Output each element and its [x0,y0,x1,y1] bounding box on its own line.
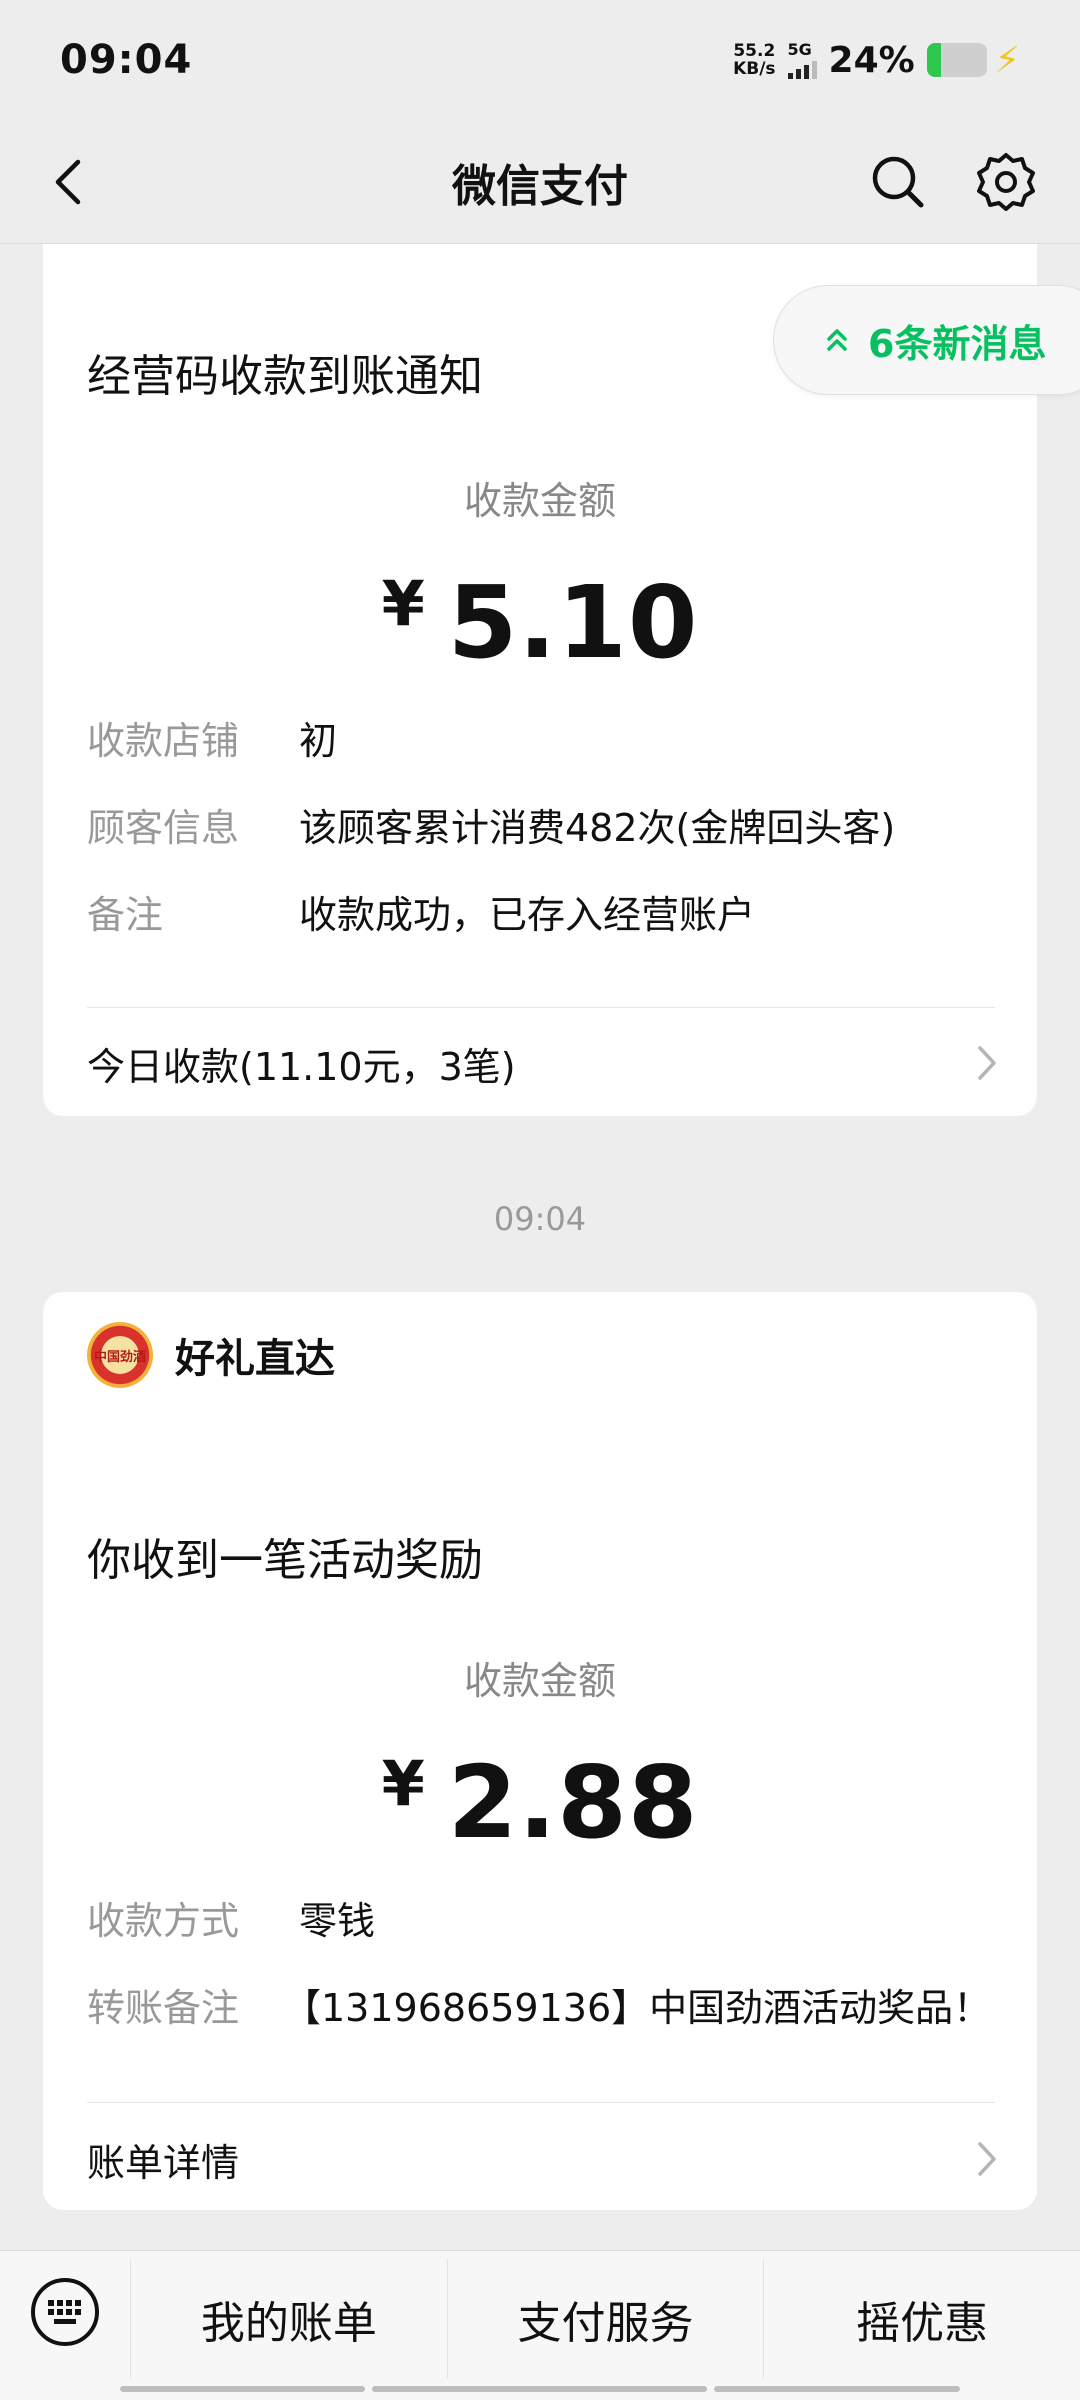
battery-icon [926,43,987,77]
detail-label: 收款店铺 [87,719,240,763]
new-messages-button[interactable]: 6条新消息 [773,285,1080,395]
notice-heading: 你收到一笔活动奖励 [87,1535,483,1586]
network-speed-unit: KB/s [733,59,776,79]
brand-logo: 中国劲酒 [87,1322,153,1388]
today-income-link[interactable]: 今日收款(11.10元，3笔) [87,1028,999,1098]
chevron-left-icon [55,159,81,205]
wechat-pay-chat-screen: 09:04 55.2 KB/s 5G 24% ⚡ 微信支付 经营码收款到账通知 … [0,0,1080,2400]
divider [87,2102,995,2103]
currency-symbol: ¥ [381,567,426,640]
today-income-text: 今日收款(11.10元，3笔) [87,1044,516,1089]
gesture-bar [120,2386,365,2392]
detail-value: 该顾客累计消费482次(金牌回头客) [299,806,896,850]
divider [87,1007,995,1008]
detail-value: 收款成功，已存入经营账户 [299,893,756,937]
search-icon [872,156,924,208]
page-title: 微信支付 [452,160,628,212]
amount-label: 收款金额 [463,1659,616,1703]
amount-label: 收款金额 [463,479,616,523]
gear-icon [977,153,1035,211]
battery-fill [926,43,942,77]
chevron-right-icon [978,2142,996,2176]
detail-value: 初 [299,719,338,763]
brand-logo-text: 中国劲酒 [93,1349,146,1365]
signal-bars [787,59,817,79]
detail-row-method: 收款方式 零钱 [87,1896,1007,1946]
network-type: 5G [787,40,812,59]
menu-my-bills[interactable]: 我的账单 [130,2259,447,2379]
detail-label: 备注 [87,893,164,937]
status-indicators: 55.2 KB/s 5G 24% ⚡ [733,40,1020,81]
sender-name: 好礼直达 [175,1336,335,1382]
bottom-menu-bar: 我的账单 支付服务 摇优惠 [0,2250,1080,2400]
detail-row-remark: 备注 收款成功，已存入经营账户 [87,890,1007,940]
detail-value: 【131968659136】中国劲酒活动奖品！ [283,1986,992,2030]
bill-details-text: 账单详情 [87,2140,240,2185]
menu-payment-services[interactable]: 支付服务 [446,2259,764,2379]
search-button[interactable] [866,150,930,214]
detail-row-transfer-remark: 转账备注 【131968659136】中国劲酒活动奖品！ [87,1983,1007,2033]
message-timestamp: 09:04 [493,1200,587,1238]
amount-display: ¥2.88 [43,1744,1037,1861]
detail-row-store: 收款店铺 初 [87,716,1007,766]
network-speed-value: 55.2 [733,41,776,61]
menu-shake-discount[interactable]: 摇优惠 [763,2259,1080,2379]
sender-row: 中国劲酒 好礼直达 [87,1322,335,1388]
amount-value: 5.10 [447,564,699,681]
signal-icon: 5G [787,40,817,79]
status-bar: 09:04 55.2 KB/s 5G 24% ⚡ [0,0,1080,120]
top-nav-bar: 微信支付 [0,120,1080,244]
double-chevron-up-icon [827,329,847,351]
detail-label: 转账备注 [87,1986,240,2030]
notice-heading: 经营码收款到账通知 [87,351,483,402]
network-speed: 55.2 KB/s [733,42,775,78]
bill-details-link[interactable]: 账单详情 [87,2124,999,2194]
detail-value: 零钱 [299,1899,376,1943]
settings-button[interactable] [972,148,1040,216]
amount-display: ¥5.10 [43,564,1037,681]
detail-label: 收款方式 [87,1899,240,1943]
new-messages-label: 6条新消息 [868,321,1047,366]
detail-label: 顾客信息 [87,806,240,850]
back-button[interactable] [38,150,102,214]
keyboard-toggle-button[interactable] [0,2251,130,2400]
currency-symbol: ¥ [381,1747,426,1820]
reward-notice-card[interactable]: 中国劲酒 好礼直达 你收到一笔活动奖励 收款金额 ¥2.88 收款方式 零钱 转… [43,1292,1037,2210]
gesture-bar [714,2386,960,2392]
amount-value: 2.88 [447,1744,699,1861]
bolt-icon: ⚡ [994,39,1020,81]
status-time: 09:04 [60,37,193,83]
chevron-right-icon [978,1046,996,1080]
detail-row-customer: 顾客信息 该顾客累计消费482次(金牌回头客) [87,803,1007,853]
keyboard-icon [31,2278,99,2346]
battery-percent: 24% [828,39,915,81]
gesture-bar [372,2386,707,2392]
